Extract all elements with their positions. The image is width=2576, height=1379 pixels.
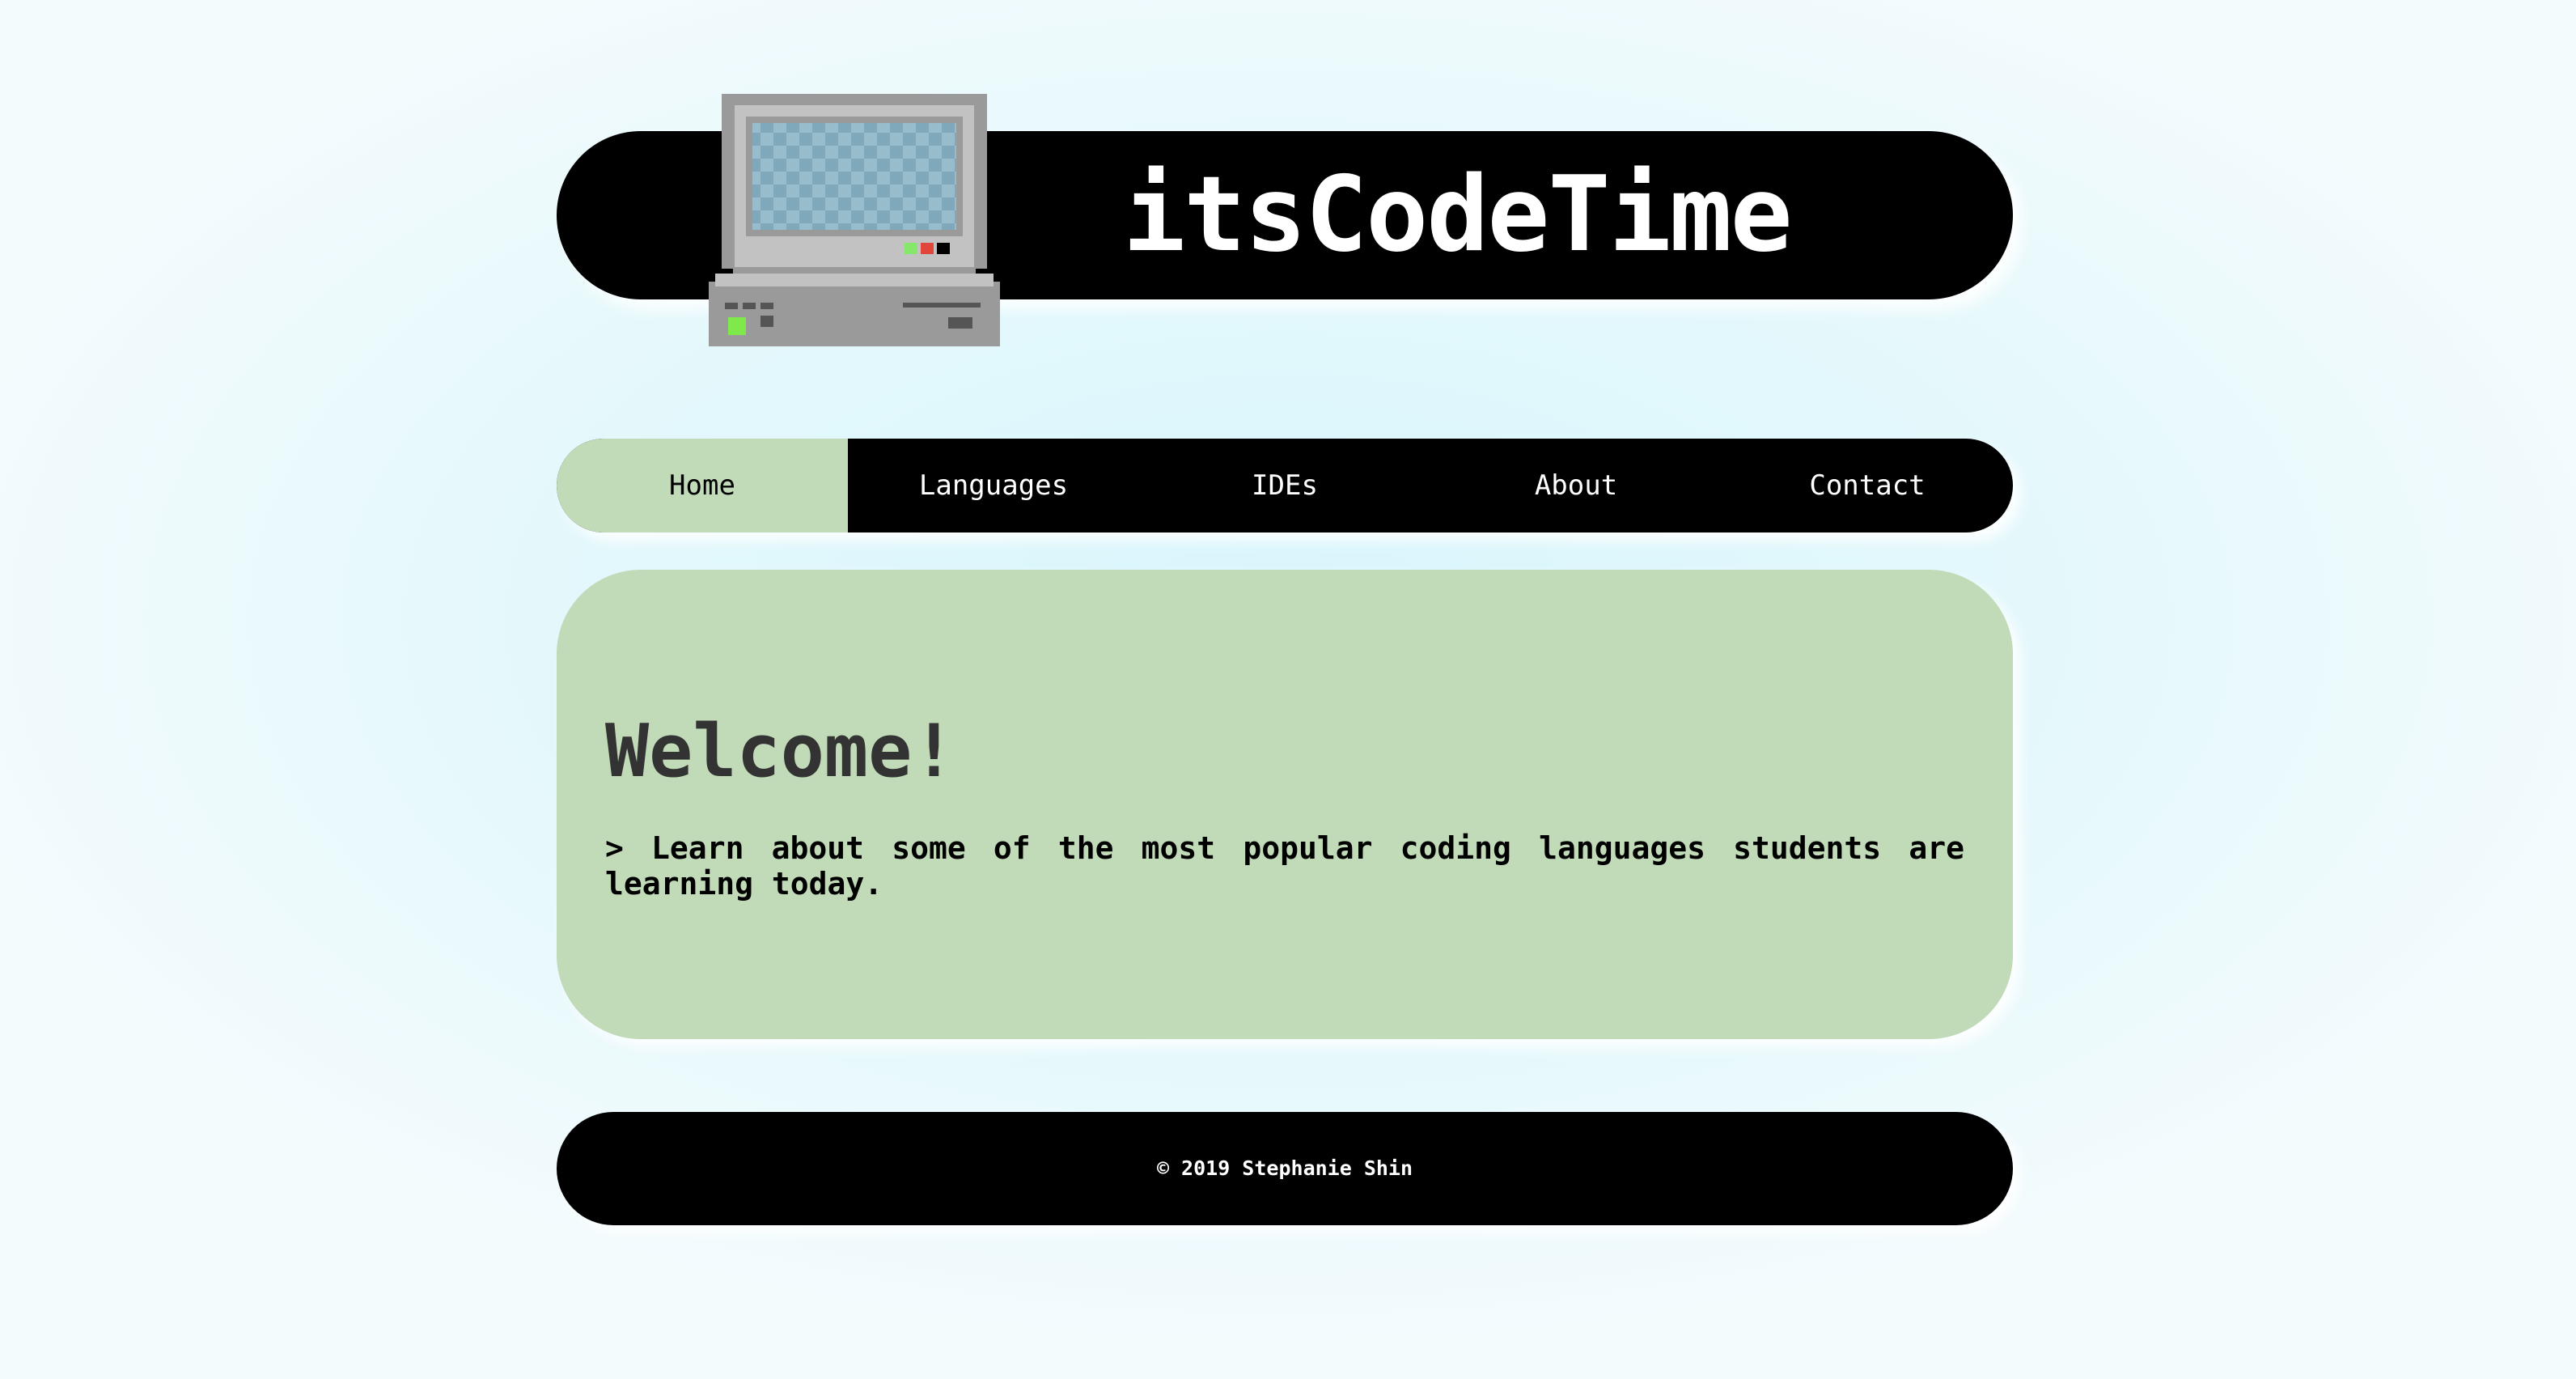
retro-computer-icon [709,94,1000,346]
copyright-text: © 2019 Stephanie Shin [1156,1156,1413,1180]
main-nav: Home Languages IDEs About Contact [557,439,2013,533]
nav-item-contact[interactable]: Contact [1722,439,2013,533]
site-title[interactable]: itsCodeTime [1123,131,1793,299]
page-wrapper: itsCodeTime Home Languages IDEs About Co… [557,0,2013,1379]
nav-item-about[interactable]: About [1430,439,1722,533]
site-footer: © 2019 Stephanie Shin [557,1112,2013,1225]
nav-item-languages[interactable]: Languages [848,439,1139,533]
welcome-heading: Welcome! [605,709,956,794]
welcome-panel: Welcome! > Learn about some of the most … [557,570,2013,1039]
nav-item-ides[interactable]: IDEs [1139,439,1430,533]
intro-text: > Learn about some of the most popular c… [605,830,1964,902]
nav-item-home[interactable]: Home [557,439,848,533]
